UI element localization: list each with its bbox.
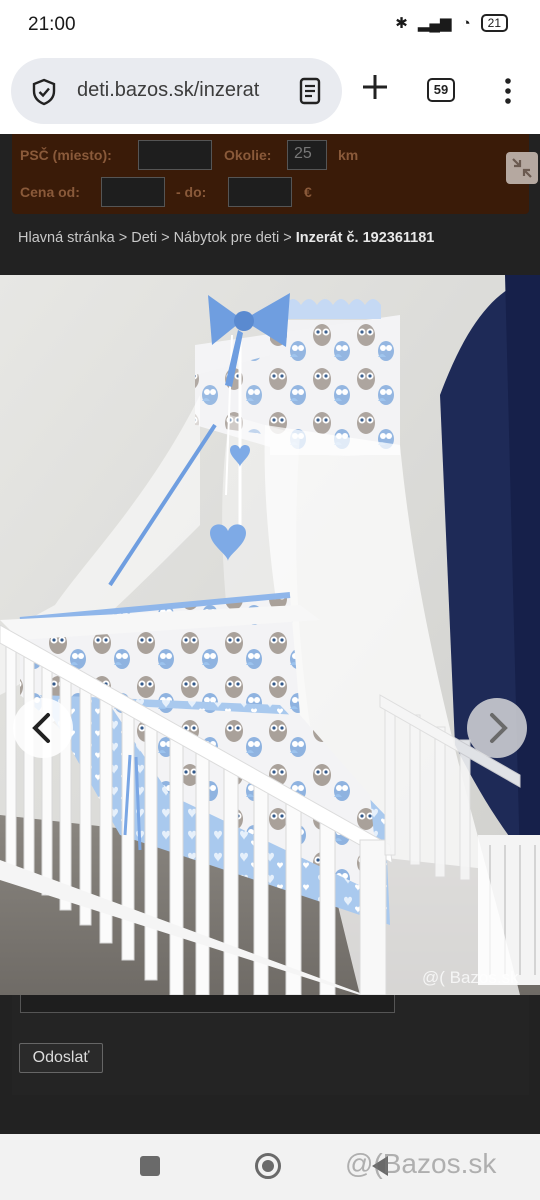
breadcrumb-separator: > [157,230,174,246]
price-from-label: Cena od: [20,184,80,200]
home-button[interactable] [255,1153,281,1179]
breadcrumb-current: Inzerát č. 192361181 [295,230,435,246]
new-tab-icon[interactable] [360,72,390,102]
system-navigation-bar: @(Bazos.sk [0,1134,540,1200]
page-content: PSČ (miesto): Okolie: 25 km Cena od: - d… [0,134,540,1134]
breadcrumb-category[interactable]: Deti [131,230,157,246]
status-time: 21:00 [28,14,76,35]
submit-button[interactable]: Odoslať [19,1043,103,1073]
message-textarea[interactable] [20,995,395,1013]
photo-watermark: @( Bazos.sk [422,968,519,987]
next-photo-button[interactable] [467,698,527,758]
contact-form: Odoslať [12,995,529,1095]
chevron-left-icon [32,713,50,743]
recents-button[interactable] [140,1156,160,1176]
battery-icon: 21 [480,14,508,32]
url-text[interactable]: deti.bazos.sk/inzerat [77,79,287,102]
collapse-icon[interactable] [506,152,538,184]
search-filter-panel: PSČ (miesto): Okolie: 25 km Cena od: - d… [12,134,538,214]
psc-label: PSČ (miesto): [20,147,112,163]
reader-mode-icon[interactable] [297,77,323,105]
status-icons: ✱ ▂▄▆ ◔ 21 [395,14,508,32]
breadcrumb-subcategory[interactable]: Nábytok pre deti [174,230,280,246]
breadcrumb-separator: > [279,230,296,246]
shield-check-icon[interactable] [31,78,57,106]
breadcrumb: Hlavná stránka > Deti > Nábytok pre deti… [18,230,434,246]
okolie-label: Okolie: [224,147,272,163]
previous-photo-button[interactable] [13,698,73,758]
crib-photo-image [0,275,540,995]
bazos-watermark: @(Bazos.sk [345,1148,497,1179]
signal-icon: ▂▄▆ [417,15,452,32]
status-bar: 21:00 ✱ ▂▄▆ ◔ 21 [0,0,540,50]
tab-switcher-button[interactable]: 59 [427,78,455,102]
price-to-input[interactable] [228,177,292,207]
wifi-icon: ◔ [461,14,471,32]
address-bar[interactable]: deti.bazos.sk/inzerat [11,58,342,124]
breadcrumb-separator: > [114,230,132,246]
km-label: km [338,147,359,163]
chevron-right-icon [490,713,508,743]
price-from-input[interactable] [101,177,165,207]
price-to-label: - do: [176,184,207,200]
listing-photo[interactable]: @( Bazos.sk [0,275,540,995]
breadcrumb-home[interactable]: Hlavná stránka [18,230,115,246]
more-menu-icon[interactable] [498,76,518,106]
psc-input[interactable] [138,140,212,170]
bluetooth-icon: ✱ [395,15,408,32]
browser-toolbar: deti.bazos.sk/inzerat 59 [0,50,540,134]
currency-label: € [304,184,312,200]
okolie-input[interactable]: 25 [287,140,327,170]
